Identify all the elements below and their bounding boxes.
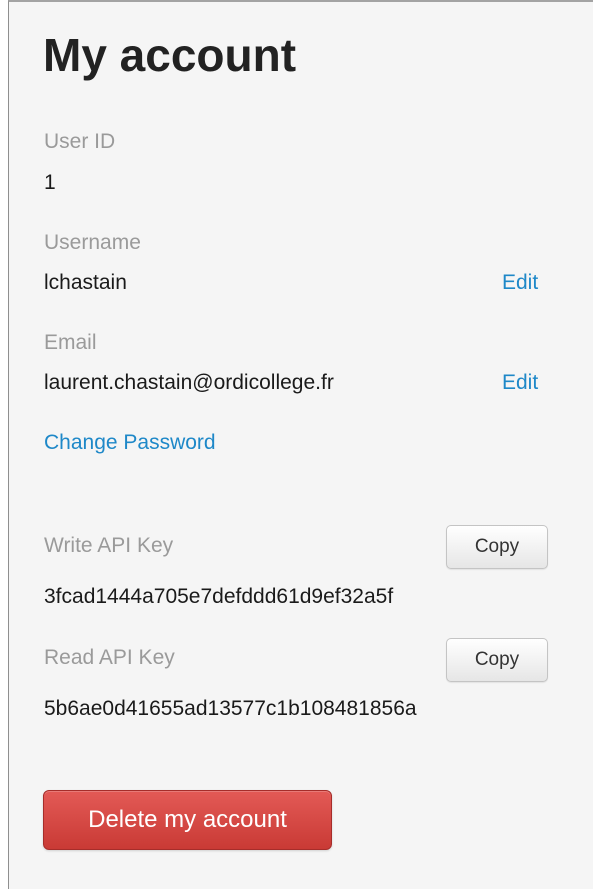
write-api-key-value: 3fcad1444a705e7defddd61d9ef32a5f [44,585,394,608]
delete-account-button[interactable]: Delete my account [43,790,332,850]
page-title: My account [43,29,297,81]
edit-username-link[interactable]: Edit [502,270,538,295]
email-value: laurent.chastain@ordicollege.fr [44,371,334,394]
write-api-key-label: Write API Key [44,534,174,557]
account-panel: My account User ID 1 Username lchastain … [8,0,593,889]
email-label: Email [44,331,97,354]
username-value: lchastain [44,271,127,294]
copy-read-api-key-button[interactable]: Copy [446,638,548,682]
read-api-key-label: Read API Key [44,646,175,669]
edit-email-link[interactable]: Edit [502,370,538,395]
copy-write-api-key-button[interactable]: Copy [446,525,548,569]
read-api-key-value: 5b6ae0d41655ad13577c1b108481856a [44,697,417,720]
user-id-label: User ID [44,130,116,153]
user-id-value: 1 [44,171,56,194]
change-password-link[interactable]: Change Password [44,430,216,455]
username-label: Username [44,231,141,254]
